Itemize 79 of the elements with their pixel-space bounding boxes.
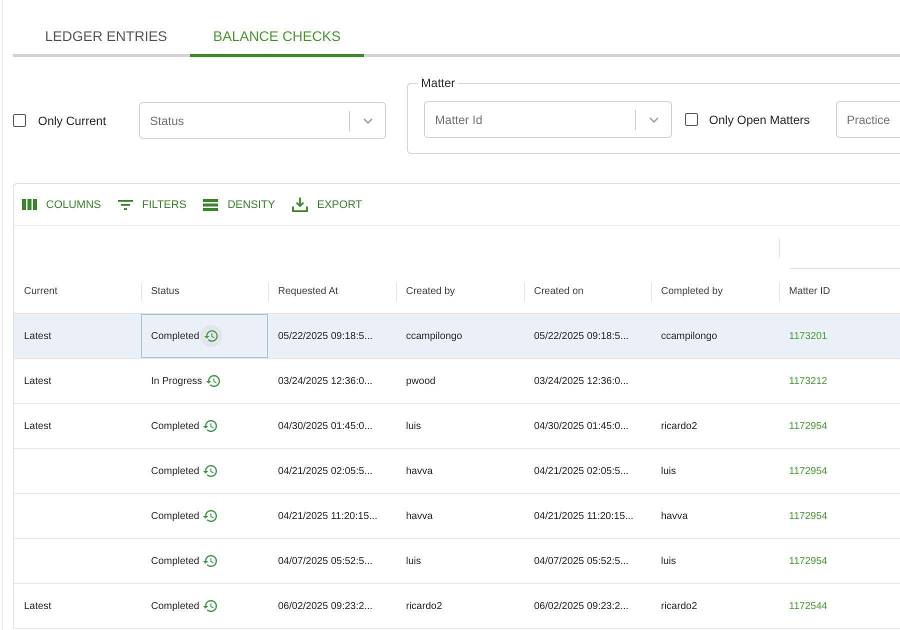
status-text: Completed (151, 466, 200, 476)
filters-button[interactable]: FILTERS (114, 196, 190, 214)
table-cell-text: luis (405, 554, 422, 568)
table-cell-text: Latest (23, 420, 52, 434)
status-text: Completed (151, 600, 200, 612)
chevron-down-icon[interactable] (648, 116, 659, 122)
table-cell-text: 06/02/2025 09:23:2... (277, 600, 374, 614)
table-cell-text: 04/21/2025 02:05:5... (277, 464, 374, 478)
export-button[interactable]: EXPORT (288, 194, 366, 215)
table-cell-text: ccampilongo (405, 330, 464, 344)
column-header[interactable]: Requested At (268, 269, 396, 313)
checkbox[interactable] (13, 114, 26, 127)
tab[interactable]: LEDGER ENTRIES (22, 15, 190, 57)
history-icon[interactable] (203, 600, 218, 612)
filter-icon (118, 200, 134, 210)
columns-button[interactable]: COLUMNS (18, 196, 106, 214)
column-header[interactable]: Status (141, 269, 268, 313)
columns-icon (22, 199, 37, 210)
column-header[interactable]: Current (14, 269, 141, 313)
column-header[interactable]: Created on (524, 269, 651, 313)
density-button[interactable]: DENSITY (199, 196, 280, 214)
status-text: In Progress (151, 376, 202, 386)
table-cell-text: pwood (405, 374, 436, 388)
status-text: Completed (151, 510, 200, 522)
history-icon[interactable] (206, 375, 220, 387)
table-cell-text: 04/30/2025 01:45:0... (533, 420, 630, 434)
table-cell-text: 06/02/2025 09:23:2... (533, 600, 630, 614)
stacked-lines-icon (203, 198, 218, 210)
table-cell-text: 04/07/2025 05:52:5... (533, 554, 630, 568)
table-cell-text: 04/21/2025 11:20:15... (277, 510, 378, 524)
table-cell-text: luis (660, 464, 678, 478)
table-cell-text: 03/24/2025 12:36:0... (277, 374, 374, 388)
table-cell-text: ricardo2 (660, 600, 698, 614)
history-icon[interactable] (203, 510, 218, 522)
table-cell-text: ricardo2 (660, 420, 698, 434)
status-text: Completed (151, 420, 200, 432)
dropdown-field[interactable]: Matter Id (424, 101, 672, 138)
column-header[interactable]: Created by (396, 269, 524, 313)
column-header[interactable]: Matter ID (779, 269, 900, 313)
history-icon[interactable] (203, 555, 218, 567)
history-icon[interactable] (203, 420, 218, 432)
checkbox-label[interactable]: Only Open Matters (709, 112, 810, 126)
history-icon[interactable] (200, 325, 222, 347)
table-cell-text: 05/22/2025 09:18:5... (533, 330, 630, 344)
table-row[interactable]: Latest Completed 04/30/2025 01:45:0... luis 04/30/2025 01:45:0... ricardo2 1172954 (14, 404, 900, 449)
table-cell-text: 05/22/2025 09:18:5... (277, 330, 374, 344)
chevron-down-icon[interactable] (362, 118, 373, 124)
text-field[interactable]: Practice (836, 101, 900, 138)
focused-cell[interactable]: Completed (141, 314, 268, 358)
table-row[interactable]: Latest Completed 05/22/2025 09:18:5... ccampilongo 05/22/2025 09:18:5... ccampilongo 1173201 (14, 314, 900, 359)
checkbox-label[interactable]: Only Current (38, 114, 106, 128)
table-cell-text: havva (405, 464, 434, 478)
table-cell-text: 04/07/2025 05:52:5... (277, 554, 374, 568)
table-cell-text: Latest (23, 600, 52, 614)
history-icon[interactable] (203, 465, 218, 477)
table-cell-text: 03/24/2025 12:36:0... (533, 374, 630, 388)
table-cell-text: ccampilongo (660, 330, 718, 344)
dropdown-field[interactable]: Status (139, 102, 386, 139)
table-cell-text: havva (405, 510, 434, 524)
table-row[interactable]: Completed 04/07/2025 05:52:5... luis 04/07/2025 05:52:5... luis 1172954 (14, 539, 900, 584)
status-text: Completed (151, 330, 200, 342)
table-cell-text: 04/21/2025 02:05:5... (533, 464, 630, 478)
table-row[interactable]: Latest Completed 06/02/2025 09:23:2... ricardo2 06/02/2025 09:23:2... ricardo2 1172544 (14, 584, 900, 629)
table-cell-text: luis (405, 420, 422, 434)
table-row[interactable]: Completed 04/21/2025 11:20:15... havva 04/21/2025 11:20:15... havva 1172954 (14, 494, 900, 539)
download-icon (292, 197, 308, 212)
table-cell-text: Latest (23, 374, 52, 388)
table-cell-text: havva (660, 510, 689, 524)
table-cell-text: ricardo2 (405, 600, 444, 614)
status-text: Completed (151, 556, 200, 566)
column-header[interactable]: Completed by (651, 269, 779, 313)
table-cell-text: 04/30/2025 01:45:0... (277, 420, 374, 434)
group-legend: Matter (418, 76, 458, 90)
table-row[interactable]: Completed 04/21/2025 02:05:5... havva 04/21/2025 02:05:5... luis 1172954 (14, 449, 900, 494)
table-row[interactable]: Latest In Progress 03/24/2025 12:36:0... pwood 03/24/2025 12:36:0... 1173212 (14, 359, 900, 404)
checkbox[interactable] (685, 113, 698, 126)
table-cell-text: luis (660, 554, 678, 568)
table-cell-text: Latest (23, 330, 52, 344)
table-cell-text: 04/21/2025 11:20:15... (533, 510, 634, 524)
